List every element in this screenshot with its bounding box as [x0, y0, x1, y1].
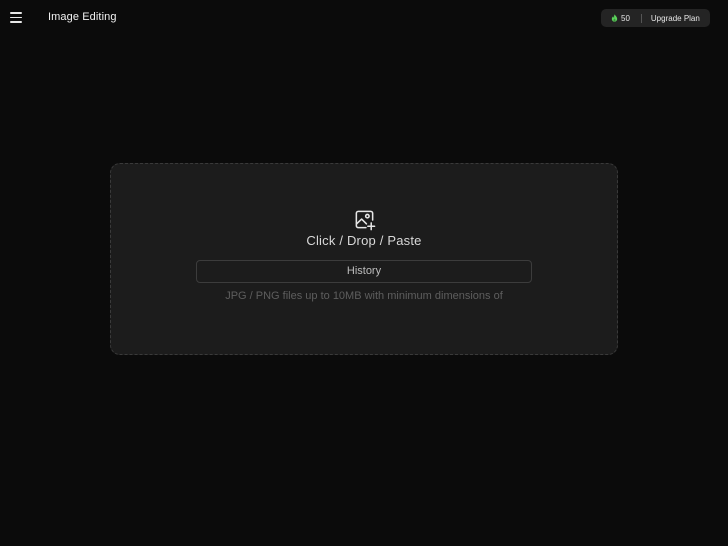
image-add-icon	[355, 210, 376, 231]
credits-badge[interactable]: 50	[611, 9, 630, 27]
upload-hint: JPG / PNG files up to 10MB with minimum …	[225, 290, 503, 302]
history-button[interactable]: History	[196, 260, 532, 283]
plan-pill: 50 Upgrade Plan	[601, 9, 710, 27]
credits-count: 50	[621, 13, 630, 23]
hamburger-menu-icon[interactable]	[10, 12, 22, 23]
upload-instruction: Click / Drop / Paste	[306, 233, 422, 248]
flame-icon	[611, 14, 618, 22]
page-title: Image Editing	[48, 11, 117, 23]
top-bar: Image Editing 50 Upgrade Plan	[0, 0, 728, 36]
upload-dropzone[interactable]: Click / Drop / Paste History JPG / PNG f…	[110, 163, 618, 355]
upgrade-plan-button[interactable]: Upgrade Plan	[651, 14, 700, 23]
pill-divider	[640, 13, 642, 23]
